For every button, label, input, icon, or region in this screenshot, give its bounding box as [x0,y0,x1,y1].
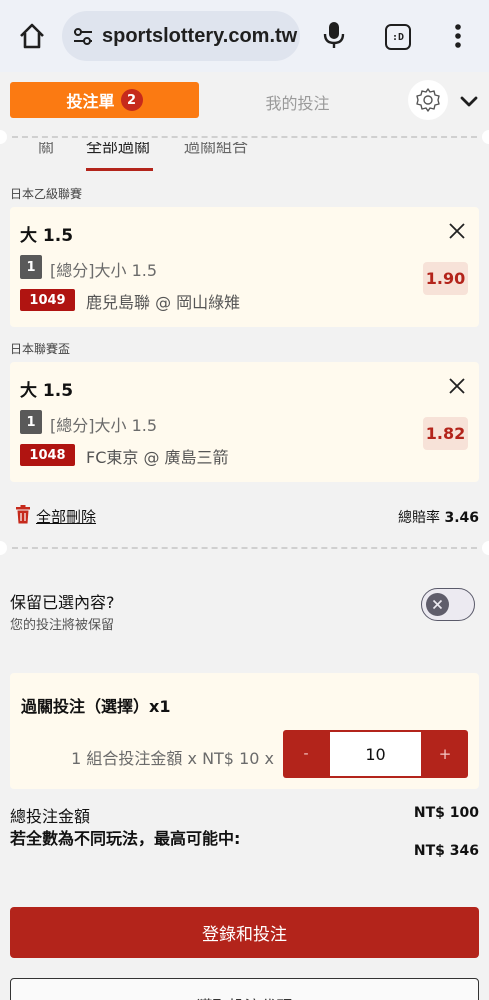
total-odds: 總賠率 3.46 [398,507,479,527]
divider [0,541,489,555]
close-icon [432,599,443,610]
betslip-tab-label: 投注單 [66,92,115,111]
selection-name: 大 1.5 [20,226,74,246]
decrease-button[interactable]: - [283,730,329,778]
get-bet-code-button[interactable]: 獲取投注代碼 [10,978,479,1000]
match-code: 1048 [20,444,75,466]
max-win-value: NT$ 346 [413,843,479,859]
odds-value: 1.90 [423,262,468,295]
keep-selections-toggle[interactable] [421,588,475,621]
parlay-title: 過關投注（選擇）x1 [21,697,171,716]
parlay-description: 1 組合投注金額 x NT$ 10 x [71,749,274,768]
delete-row: 全部刪除 總賠率 3.46 [12,504,479,528]
gear-icon [416,88,440,112]
url-text[interactable]: sportslottery.com.tw [102,25,297,48]
more-menu-icon[interactable] [446,22,470,50]
subtab-parlay-combo[interactable]: 過關組合 [184,142,248,157]
delete-all-link[interactable]: 全部刪除 [36,506,96,527]
subtab-single[interactable]: 關 [38,142,54,157]
browser-toolbar: sportslottery.com.tw :D [0,0,489,72]
subtab-all-parlay[interactable]: 全部過關 [86,142,150,157]
total-odds-label: 總賠率 [398,510,440,526]
increase-button[interactable]: + [422,730,468,778]
bet-type-subtabs: 關 全部過關 過關組合 [0,142,489,172]
microphone-icon[interactable] [322,20,346,50]
stake-stepper: - 10 + [283,730,468,778]
bet-card: 大 1.5 1 [總分]大小 1.5 1048 FC東京 @ 廣島三箭 1.82 [10,362,479,482]
total-stake-label: 總投注金額 [10,807,91,826]
league-name: 日本乙級聯賽 [10,187,83,201]
home-icon[interactable] [18,22,46,50]
toggle-knob [426,593,449,616]
max-win-label: 若全數為不同玩法，最高可能中: [10,829,241,848]
keep-selections-title: 保留已選內容? [10,593,115,612]
settings-button[interactable] [408,80,448,120]
odds-value: 1.82 [423,417,468,450]
leg-number: 1 [20,255,42,279]
chevron-down-icon[interactable] [458,90,480,112]
close-icon[interactable] [447,376,467,396]
selection-name: 大 1.5 [20,381,74,401]
market-name: [總分]大小 1.5 [50,416,158,435]
total-stake-value: NT$ 100 [413,805,479,821]
total-odds-value: 3.46 [444,510,479,526]
match-name: FC東京 @ 廣島三箭 [86,448,229,467]
betslip-count-badge: 2 [120,89,143,111]
stake-multiplier-input[interactable]: 10 [330,732,421,776]
tab-betslip[interactable]: 投注單 2 [10,82,199,118]
login-and-bet-button[interactable]: 登錄和投注 [10,907,479,958]
bet-card: 大 1.5 1 [總分]大小 1.5 1049 鹿兒島聯 @ 岡山綠雉 1.90 [10,207,479,327]
close-icon[interactable] [447,221,467,241]
league-name: 日本聯賽盃 [10,342,71,356]
betslip-header: 投注單 2 我的投注 [0,72,489,128]
tab-switcher-icon[interactable]: :D [385,24,411,50]
keep-selections-subtitle: 您的投注將被保留 [10,618,115,633]
match-name: 鹿兒島聯 @ 岡山綠雉 [86,293,241,312]
trash-icon[interactable] [15,505,31,524]
site-settings-icon[interactable] [72,25,94,47]
active-tab-indicator [86,168,153,171]
parlay-stake-card: 過關投注（選擇）x1 1 組合投注金額 x NT$ 10 x - 10 + [10,673,479,789]
tab-my-bets[interactable]: 我的投注 [230,90,365,114]
address-bar[interactable]: sportslottery.com.tw [62,11,300,61]
market-name: [總分]大小 1.5 [50,261,158,280]
leg-number: 1 [20,410,42,434]
match-code: 1049 [20,289,75,311]
